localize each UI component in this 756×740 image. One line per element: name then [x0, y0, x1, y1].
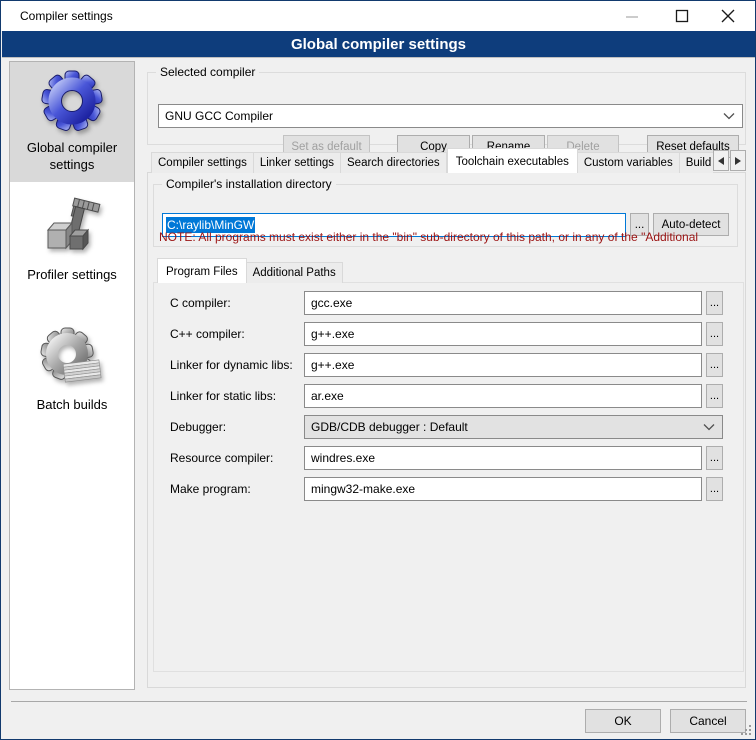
- tab-custom-variables[interactable]: Custom variables: [578, 152, 680, 173]
- selected-compiler-group: Selected compiler GNU GCC Compiler Set a…: [147, 65, 746, 145]
- selected-compiler-legend: Selected compiler: [156, 65, 259, 79]
- arrow-left-icon: [718, 157, 724, 165]
- field-label: Linker for static libs:: [170, 389, 304, 403]
- compiler-select-value: GNU GCC Compiler: [165, 109, 273, 123]
- sidebar-item-batch-builds[interactable]: Batch builds: [10, 319, 134, 422]
- field-label: Resource compiler:: [170, 451, 304, 465]
- tab-program-files[interactable]: Program Files: [157, 258, 247, 283]
- row-linker-static: Linker for static libs: ...: [170, 384, 723, 408]
- compiler-select[interactable]: GNU GCC Compiler: [158, 104, 743, 128]
- make-program-browse-button[interactable]: ...: [706, 477, 723, 501]
- minimize-icon: [625, 9, 639, 23]
- sidebar-item-label: Global compiler settings: [12, 139, 132, 173]
- bin-note-text: NOTE: All programs must exist either in …: [159, 230, 745, 244]
- maximize-button[interactable]: [659, 1, 705, 31]
- program-files-tabstrip: Program Files Additional Paths: [157, 257, 557, 283]
- debugger-select-value: GDB/CDB debugger : Default: [311, 420, 468, 434]
- tab-build-options[interactable]: Build options: [680, 152, 713, 173]
- field-label: Linker for dynamic libs:: [170, 358, 304, 372]
- chevron-down-icon: [723, 113, 735, 120]
- sidebar-item-label: Batch builds: [37, 396, 108, 413]
- field-label: C++ compiler:: [170, 327, 304, 341]
- c-compiler-input[interactable]: [304, 291, 702, 315]
- linker-dynamic-browse-button[interactable]: ...: [706, 353, 723, 377]
- caliper-boxes-icon: [40, 196, 104, 260]
- program-files-panel: C compiler: ... C++ compiler: ... Linker…: [153, 282, 744, 672]
- settings-sidebar: Global compiler settings: [9, 61, 135, 690]
- settings-tabstrip: Compiler settings Linker settings Search…: [151, 147, 713, 173]
- cpp-compiler-browse-button[interactable]: ...: [706, 322, 723, 346]
- resource-compiler-input[interactable]: [304, 446, 702, 470]
- compiler-settings-dialog: Compiler settings Global compiler settin…: [0, 0, 756, 740]
- chevron-down-icon: [703, 424, 715, 431]
- field-label: C compiler:: [170, 296, 304, 310]
- tab-scroll-arrows: [713, 150, 746, 171]
- tab-linker-settings[interactable]: Linker settings: [254, 152, 341, 173]
- make-program-input[interactable]: [304, 477, 702, 501]
- close-icon: [721, 9, 735, 23]
- sidebar-item-profiler-settings[interactable]: Profiler settings: [10, 189, 134, 292]
- gray-gear-stack-icon: [40, 326, 104, 390]
- page-title: Global compiler settings: [291, 36, 466, 53]
- tab-compiler-settings[interactable]: Compiler settings: [151, 152, 254, 173]
- row-debugger: Debugger: GDB/CDB debugger : Default: [170, 415, 723, 439]
- blue-gear-icon: [40, 69, 104, 133]
- debugger-select[interactable]: GDB/CDB debugger : Default: [304, 415, 723, 439]
- c-compiler-browse-button[interactable]: ...: [706, 291, 723, 315]
- cancel-button[interactable]: Cancel: [670, 709, 746, 733]
- footer-divider: [11, 701, 747, 702]
- resize-grip[interactable]: [741, 725, 752, 736]
- linker-static-browse-button[interactable]: ...: [706, 384, 723, 408]
- dialog-header: Global compiler settings: [2, 31, 755, 58]
- sidebar-item-label: Profiler settings: [27, 266, 117, 283]
- row-c-compiler: C compiler: ...: [170, 291, 723, 315]
- cpp-compiler-input[interactable]: [304, 322, 702, 346]
- toolchain-rows: C compiler: ... C++ compiler: ... Linker…: [154, 291, 743, 508]
- row-resource-compiler: Resource compiler: ...: [170, 446, 723, 470]
- tab-additional-paths[interactable]: Additional Paths: [247, 262, 343, 283]
- maximize-icon: [675, 9, 689, 23]
- sidebar-item-global-compiler-settings[interactable]: Global compiler settings: [10, 62, 134, 182]
- ok-button[interactable]: OK: [585, 709, 661, 733]
- titlebar: Compiler settings: [1, 1, 755, 31]
- tab-scroll-right-button[interactable]: [730, 150, 746, 171]
- arrow-right-icon: [735, 157, 741, 165]
- minimize-button[interactable]: [609, 1, 655, 31]
- tab-toolchain-executables[interactable]: Toolchain executables: [447, 148, 578, 173]
- linker-dynamic-input[interactable]: [304, 353, 702, 377]
- close-button[interactable]: [705, 1, 751, 31]
- tab-search-directories[interactable]: Search directories: [341, 152, 447, 173]
- tab-scroll-left-button[interactable]: [713, 150, 729, 171]
- row-make-program: Make program: ...: [170, 477, 723, 501]
- installation-directory-legend: Compiler's installation directory: [162, 177, 336, 191]
- resource-compiler-browse-button[interactable]: ...: [706, 446, 723, 470]
- row-linker-dynamic: Linker for dynamic libs: ...: [170, 353, 723, 377]
- field-label: Make program:: [170, 482, 304, 496]
- row-cpp-compiler: C++ compiler: ...: [170, 322, 723, 346]
- field-label: Debugger:: [170, 420, 304, 434]
- linker-static-input[interactable]: [304, 384, 702, 408]
- window-title: Compiler settings: [20, 9, 113, 23]
